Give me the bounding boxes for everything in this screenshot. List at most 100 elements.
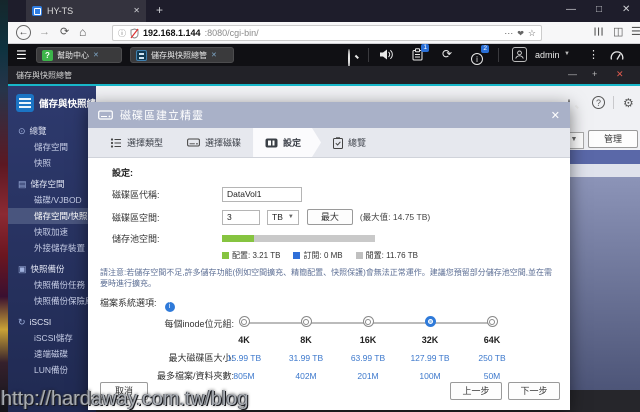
volume-creation-wizard-dialog: 磁碟區建立精靈 ✕ 選擇類型 選擇磁碟 設定 總覽 設定: 磁碟區代稱: Dat… [88,102,570,410]
window-minimize-icon[interactable]: — [568,69,577,79]
info-icon[interactable]: i [164,302,175,313]
main-menu-icon[interactable]: ☰ [16,48,27,62]
window-titlebar: 儲存與快照總管 — + ✕ [8,66,640,84]
legend-free-swatch [355,252,363,259]
pocket-icon[interactable]: ❤ [517,29,524,38]
sidebar-item-remote-disk[interactable]: 遠端磁碟 [8,346,96,362]
wizard-steps: 選擇類型 選擇磁碟 設定 總覽 [88,128,570,158]
sidebar-item-disks-vjbod[interactable]: 磁碟/VJBOD [8,192,96,208]
username-menu[interactable]: admin [535,50,560,60]
window-close-icon[interactable]: ✕ [616,69,624,80]
browser-minimize-button[interactable]: — [566,4,576,15]
home-button[interactable]: ⌂ [79,25,86,40]
chevron-down-icon[interactable]: ▼ [564,51,570,57]
storage-manager-icon [136,49,147,61]
dialog-body: 設定: 磁碟區代稱: DataVol1 磁碟區空間: 3 TB ▼ 最大 (最大值… [88,158,570,380]
sidebar-item-external-storage[interactable]: 外接儲存裝置 [8,240,96,256]
divider [613,96,614,109]
inode-tick-32k-selected[interactable] [424,316,436,328]
max-hint: (最大值: 14.75 TB) [359,212,431,222]
sidebar-item-storage-space[interactable]: 儲存空間 [8,139,96,155]
sidebar-item-snapshot-task[interactable]: 快照備份任務 [8,277,96,293]
task-storage-manager[interactable]: 儲存與快照總管 ✕ [130,47,234,63]
notifications-icon[interactable]: i 2 [471,45,489,67]
step-select-disks[interactable]: 選擇磁碟 [175,128,253,157]
sidebar-item-iscsi-storage[interactable]: iSCSI儲存 [8,330,96,346]
divider [368,48,369,62]
max-button[interactable]: 最大 [306,209,353,225]
library-icon[interactable]: ☰ [589,27,604,37]
next-button[interactable]: 下一步 [508,382,560,400]
desktop-wallpaper-strip [0,0,8,412]
sync-icon[interactable]: ⟳ [442,48,452,61]
sidebar-toggle-icon[interactable]: ◫ [613,25,623,40]
previous-button[interactable]: 上一步 [450,382,502,400]
sidebar-item-snapshot-vault[interactable]: 快照備份保險庫 [8,293,96,309]
sidebar-group-storage[interactable]: ▤ 儲存空間 [8,176,96,192]
sidebar-item-overview[interactable]: ⊙ 總覽 [8,123,96,139]
sidebar-group-iscsi[interactable]: ↻ iSCSI [8,314,96,330]
tab-close-icon[interactable]: ✕ [133,7,140,15]
browser-maximize-button[interactable]: □ [596,4,602,15]
inode-option-labels: 4K 8K 16K 32K 64K [238,335,501,346]
inode-row: 每個inode位元組: [112,315,570,331]
volume-icon[interactable] [380,49,393,60]
inode-tick-4k[interactable] [238,316,250,328]
section-label: 設定: [112,168,133,178]
step-summary[interactable]: 總覽 [321,128,378,157]
url-bar[interactable]: ⓘ 192.168.1.144 :8080/cgi-bin/ ⋯ ❤ ☆ [112,25,542,41]
reload-button[interactable]: ⟳ [60,25,69,40]
pool-used-segment [222,235,255,242]
window-maximize-icon[interactable]: + [592,69,597,79]
qnap-taskbar: ☰ ? 幫助中心 ✕ 儲存與快照總管 ✕ 1 ⟳ i 2 admin ▼ ⋮ [8,44,640,68]
storage-manager-window: 儲存與快照總管 — + ✕ 儲存與快照總管 ⊙總覽 儲存空間 快照 ▤儲存空間 … [8,66,640,412]
max-files-row: 最多檔案/資料夾數: 805M 402M 201M 100M 50M [112,369,570,380]
help-icon[interactable]: ? [592,96,605,109]
dialog-close-icon[interactable]: ✕ [551,109,560,122]
window-title: 儲存與快照總管 [16,71,72,80]
dialog-header: 磁碟區建立精靈 ✕ [88,102,570,128]
capacity-input[interactable]: 3 [222,209,260,225]
bookmark-star-icon[interactable]: ☆ [528,28,536,39]
alias-label: 磁碟區代稱: [112,190,160,200]
capacity-unit-select[interactable]: TB ▼ [267,209,299,225]
insecure-shield-icon [130,27,139,39]
url-path: :8080/cgi-bin/ [204,28,259,38]
step-configure-current[interactable]: 設定 [253,128,321,157]
inode-slider[interactable] [213,315,523,331]
sidebar-item-lun-backup[interactable]: LUN備份 [8,362,96,378]
gauge-icon: ⊙ [18,126,26,136]
clipboard-check-icon [333,136,344,149]
manage-button[interactable]: 管理 [588,130,638,148]
settings-gear-icon[interactable]: ⚙ [623,96,634,110]
task-help-center[interactable]: ? 幫助中心 ✕ [36,47,122,63]
sidebar-item-storage-snapshots[interactable]: 儲存空間/快照 [8,208,96,224]
iscsi-icon: ↻ [18,317,26,327]
step-select-type[interactable]: 選擇類型 [98,128,175,157]
task-close-icon[interactable]: ✕ [211,51,217,59]
browser-tab[interactable]: HY-TS ✕ [26,0,146,22]
inode-tick-16k[interactable] [362,316,374,328]
background-tasks-icon[interactable]: 1 [412,44,429,66]
user-avatar-icon[interactable] [512,47,527,62]
pool-usage-bar [222,235,375,242]
inode-tick-8k[interactable] [300,316,312,328]
page-actions-icon[interactable]: ⋯ [504,28,513,39]
alias-input[interactable]: DataVol1 [222,187,302,202]
screen: HY-TS ✕ + — □ ✕ ← → ⟳ ⌂ ⓘ 192.168.1.144 … [0,0,640,412]
more-options-icon[interactable]: ⋮ [588,48,599,61]
dashboard-gauge-icon[interactable] [610,49,624,61]
browser-close-button[interactable]: ✕ [622,4,630,15]
back-button[interactable]: ← [16,25,31,40]
task-close-icon[interactable]: ✕ [93,51,99,59]
inode-tick-64k[interactable] [486,316,498,328]
browser-menu-icon[interactable]: ☰ [631,25,640,40]
site-info-icon[interactable]: ⓘ [118,28,126,39]
sidebar-item-snapshot[interactable]: 快照 [8,155,96,171]
browser-navbar: ← → ⟳ ⌂ ⓘ 192.168.1.144 :8080/cgi-bin/ ⋯… [8,22,640,44]
sidebar-item-cache-acceleration[interactable]: 快取加速 [8,224,96,240]
sidebar-group-snapshot-backup[interactable]: ▣ 快照備份 [8,261,96,277]
sidebar: 儲存與快照總管 ⊙總覽 儲存空間 快照 ▤儲存空間 磁碟/VJBOD 儲存空間/… [8,86,96,412]
new-tab-button[interactable]: + [156,4,163,16]
forward-button[interactable]: → [39,25,50,40]
